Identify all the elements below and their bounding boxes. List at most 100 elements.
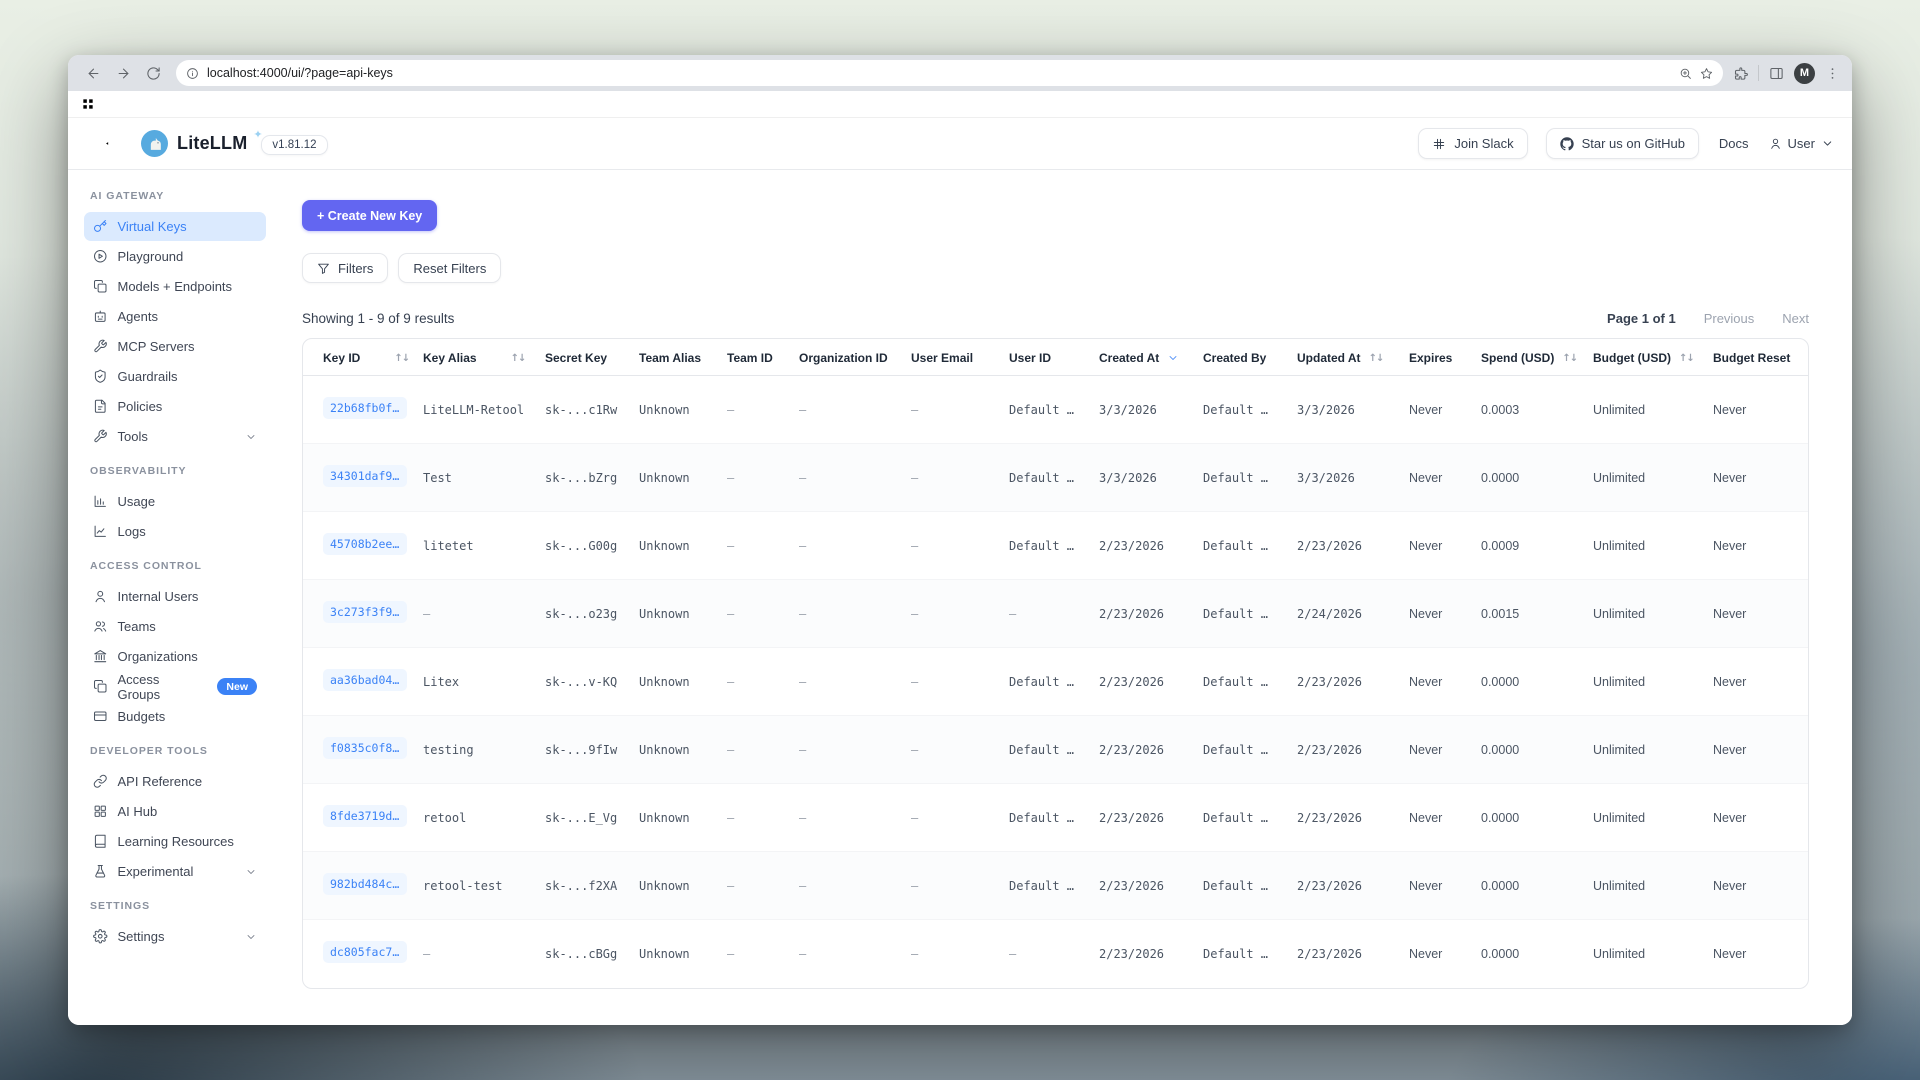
cell-user-email: – <box>903 784 1001 852</box>
key-id-link[interactable]: 22b68fb0f0… <box>323 397 407 419</box>
sidebar-item-models-endpoints[interactable]: Models + Endpoints <box>84 272 266 301</box>
sidebar-item-usage[interactable]: Usage <box>84 487 266 516</box>
sidebar-item-label: Budgets <box>118 709 166 724</box>
key-id-link[interactable]: aa36bad046… <box>323 669 407 691</box>
table-cell-value: – <box>423 607 430 621</box>
extensions-icon[interactable] <box>1733 66 1748 81</box>
cell-secret-key: sk-...E_Vg <box>537 784 631 852</box>
sidebar-item-internal-users[interactable]: Internal Users <box>84 582 266 611</box>
brand[interactable]: LiteLLM <box>141 130 247 157</box>
sort-icon[interactable]: ↑↓ <box>394 353 409 364</box>
sidebar-item-logs[interactable]: Logs <box>84 517 266 546</box>
table-cell-value: – <box>727 471 734 485</box>
cell-team-alias: Unknown <box>631 376 719 444</box>
sort-icon[interactable]: ↑↓ <box>1679 353 1694 364</box>
table-row: 3c273f3f9b…–sk-...o23gUnknown––––2/23/20… <box>303 580 1809 648</box>
apps-grid-icon[interactable] <box>81 97 95 111</box>
column-header-organization-id: Organization ID <box>791 339 903 376</box>
sort-desc-icon[interactable] <box>1167 352 1179 364</box>
forward-button[interactable] <box>110 60 136 86</box>
cell-spend-usd: 0.0000 <box>1473 852 1585 920</box>
column-header-created-at[interactable]: Created At <box>1091 339 1195 376</box>
table-cell-value: – <box>727 879 734 893</box>
create-new-key-button[interactable]: + Create New Key <box>302 200 437 231</box>
sidebar-item-virtual-keys[interactable]: Virtual Keys <box>84 212 266 241</box>
browser-menu-icon[interactable] <box>1825 66 1840 81</box>
table-cell-value: – <box>911 811 918 825</box>
cell-user-email: – <box>903 512 1001 580</box>
cell-user-id: Default … <box>1001 648 1091 716</box>
sidebar-item-learning-resources[interactable]: Learning Resources <box>84 827 266 856</box>
sidebar-item-experimental[interactable]: Experimental <box>84 857 266 886</box>
sidebar-item-tools[interactable]: Tools <box>84 422 266 451</box>
table-cell-value: 2/23/2026 <box>1297 675 1362 689</box>
browser-toolbar: localhost:4000/ui/?page=api-keys M <box>68 55 1852 91</box>
sidebar-item-ai-hub[interactable]: AI Hub <box>84 797 266 826</box>
cell-budget-usd: Unlimited <box>1585 580 1705 648</box>
table-cell-value: LiteLLM-Retool <box>423 403 524 417</box>
github-icon <box>1560 137 1574 151</box>
sidebar-item-agents[interactable]: Agents <box>84 302 266 331</box>
table-cell-value: Unknown <box>639 675 690 689</box>
sidebar-item-policies[interactable]: Policies <box>84 392 266 421</box>
sidebar-item-mcp-servers[interactable]: MCP Servers <box>84 332 266 361</box>
profile-avatar[interactable]: M <box>1794 63 1815 84</box>
sidebar-item-organizations[interactable]: Organizations <box>84 642 266 671</box>
sidebar-nav: AI GATEWAY Virtual Keys PlaygroundModels +… <box>68 170 280 1025</box>
table-cell-value: Never <box>1409 607 1442 621</box>
sidebar-item-guardrails[interactable]: Guardrails <box>84 362 266 391</box>
key-id-link[interactable]: 34301daf9f… <box>323 465 407 487</box>
star-github-button[interactable]: Star us on GitHub <box>1546 128 1699 159</box>
address-bar[interactable]: localhost:4000/ui/?page=api-keys <box>176 60 1723 86</box>
cell-key-alias: – <box>415 580 537 648</box>
next-page-button[interactable]: Next <box>1782 311 1809 326</box>
side-panel-icon[interactable] <box>1769 66 1784 81</box>
user-icon <box>1769 137 1782 150</box>
cell-updated-at: 3/3/2026 <box>1289 444 1401 512</box>
column-header-spend-usd[interactable]: Spend (USD)↑↓ <box>1473 339 1585 376</box>
column-header-updated-at[interactable]: Updated At↑↓ <box>1289 339 1401 376</box>
reload-button[interactable] <box>140 60 166 86</box>
sidebar-item-api-reference[interactable]: API Reference <box>84 767 266 796</box>
key-id-link[interactable]: f0835c0f8d… <box>323 737 407 759</box>
sidebar-item-playground[interactable]: Playground <box>84 242 266 271</box>
sidebar-section-title: AI GATEWAY <box>90 190 260 202</box>
table-cell-value: retool-test <box>423 879 502 893</box>
sort-icon[interactable]: ↑↓ <box>1369 353 1384 364</box>
cell-user-id: Default … <box>1001 852 1091 920</box>
table-cell-value: – <box>1009 607 1016 621</box>
sidebar-item-budgets[interactable]: Budgets <box>84 702 266 731</box>
column-header-budget-usd[interactable]: Budget (USD)↑↓ <box>1585 339 1705 376</box>
previous-page-button[interactable]: Previous <box>1704 311 1755 326</box>
key-id-link[interactable]: 8fde3719d8… <box>323 805 407 827</box>
user-menu[interactable]: User <box>1769 136 1834 151</box>
docs-link[interactable]: Docs <box>1719 136 1749 151</box>
table-cell-value: Unlimited <box>1593 471 1645 485</box>
sidebar-item-teams[interactable]: Teams <box>84 612 266 641</box>
column-header-key-id[interactable]: Key ID↑↓ <box>303 339 415 376</box>
table-cell-value: – <box>727 675 734 689</box>
sidebar-item-access-groups[interactable]: Access GroupsNew <box>84 672 266 701</box>
url-text[interactable]: localhost:4000/ui/?page=api-keys <box>207 66 1671 80</box>
key-id-link[interactable]: 45708b2ee4… <box>323 533 407 555</box>
cell-created-by: Default … <box>1195 784 1289 852</box>
key-id-link[interactable]: dc805fac7d… <box>323 941 407 963</box>
table-cell-value: Never <box>1409 743 1442 757</box>
sidebar-toggle-button[interactable] <box>94 135 111 152</box>
sidebar-item-label: Virtual Keys <box>118 219 187 234</box>
back-button[interactable] <box>80 60 106 86</box>
table-cell-value: – <box>799 471 806 485</box>
sort-icon[interactable]: ↑↓ <box>511 353 526 364</box>
cell-created-by: Default … <box>1195 376 1289 444</box>
key-id-link[interactable]: 3c273f3f9b… <box>323 601 407 623</box>
keys-table: Key ID↑↓Key Alias↑↓Secret KeyTeam AliasT… <box>303 339 1809 988</box>
key-id-link[interactable]: 982bd484c7… <box>323 873 407 895</box>
join-slack-button[interactable]: Join Slack <box>1418 128 1527 159</box>
sidebar-item-label: Experimental <box>118 864 194 879</box>
column-header-key-alias[interactable]: Key Alias↑↓ <box>415 339 537 376</box>
sidebar-item-settings[interactable]: Settings <box>84 922 266 951</box>
sort-icon[interactable]: ↑↓ <box>1562 353 1577 364</box>
sidebar-item-label: Settings <box>118 929 165 944</box>
reset-filters-button[interactable]: Reset Filters <box>398 253 501 283</box>
filters-button[interactable]: Filters <box>302 253 388 283</box>
